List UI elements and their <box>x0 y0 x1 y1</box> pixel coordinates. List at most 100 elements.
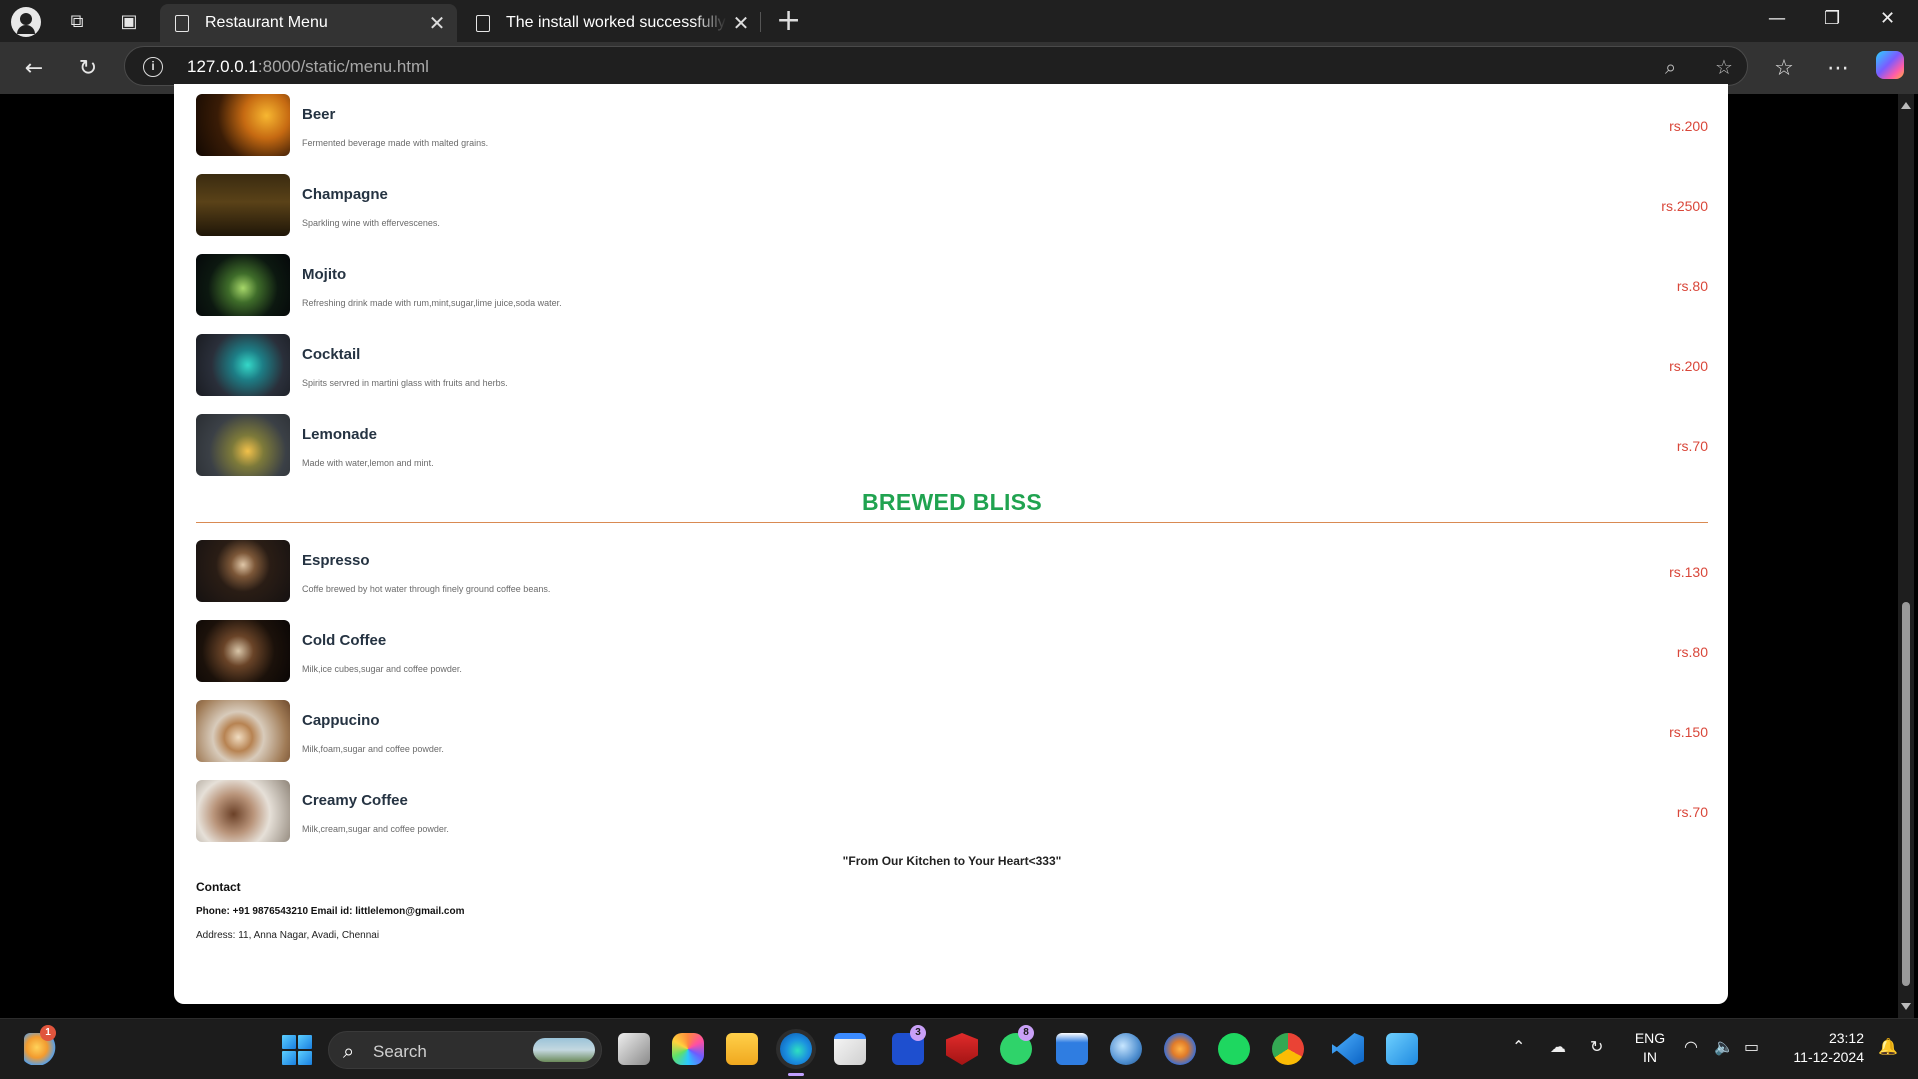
menu-item-champagne: Champagne Sparkling wine with effervesce… <box>196 174 1708 238</box>
weather-badge: 1 <box>40 1025 56 1041</box>
item-description: Milk,foam,sugar and coffee powder. <box>302 744 444 754</box>
cappucino-image <box>196 700 290 762</box>
address-line: Address: 11, Anna Nagar, Avadi, Chennai <box>196 930 380 941</box>
item-price: rs.70 <box>1676 804 1708 820</box>
tab-title: The install worked successfully! Congrat… <box>506 14 727 31</box>
lemonade-image <box>196 414 290 476</box>
tab-title: Restaurant Menu <box>205 14 328 31</box>
item-price: rs.2500 <box>1661 198 1708 214</box>
tab-restaurant-menu[interactable]: Restaurant Menu ✕ <box>160 4 457 42</box>
chrome-icon[interactable] <box>1272 1033 1304 1065</box>
battery-icon[interactable]: ▭ <box>1744 1037 1759 1056</box>
onedrive-cloud-icon[interactable]: ☁ <box>1550 1037 1566 1056</box>
site-info-icon[interactable]: i <box>143 57 163 77</box>
menu-item-espresso: Espresso Coffe brewed by hot water throu… <box>196 540 1708 604</box>
menu-item-cold-coffee: Cold Coffee Milk,ice cubes,sugar and cof… <box>196 620 1708 684</box>
beer-image <box>196 94 290 156</box>
footer-tagline: "From Our Kitchen to Your Heart<333" <box>842 854 1062 868</box>
item-description: Spirits servred in martini glass with fr… <box>302 378 508 388</box>
reload-button[interactable]: ↻ <box>72 52 104 84</box>
firefox-like-icon[interactable] <box>1164 1033 1196 1065</box>
file-explorer-icon[interactable] <box>726 1033 758 1065</box>
network-app-icon[interactable] <box>1110 1033 1142 1065</box>
page-icon <box>476 14 490 32</box>
item-description: Milk,cream,sugar and coffee powder. <box>302 824 449 834</box>
page-icon <box>175 14 189 32</box>
volume-muted-icon[interactable]: 🔈 <box>1714 1037 1734 1056</box>
menu-card: Beer Fermented beverage made with malted… <box>174 84 1728 1004</box>
favorite-star-icon[interactable]: ☆ <box>1715 55 1733 79</box>
restore-button[interactable]: ❐ <box>1824 8 1840 29</box>
item-price: rs.150 <box>1669 724 1708 740</box>
start-windows-icon[interactable] <box>282 1035 312 1065</box>
item-name: Mojito <box>302 266 347 283</box>
wifi-icon[interactable]: ◠ <box>1684 1037 1698 1056</box>
more-options-icon[interactable]: ⋯ <box>1822 52 1854 84</box>
taskbar-search[interactable]: ⌕ Search <box>328 1031 602 1069</box>
item-name: Cocktail <box>302 346 361 363</box>
item-price: rs.80 <box>1676 278 1708 294</box>
section-divider <box>196 522 1708 523</box>
section-heading: BREWED BLISS <box>862 489 1042 515</box>
show-hidden-icons-icon[interactable]: ⌃ <box>1512 1037 1525 1056</box>
sync-icon[interactable]: ↻ <box>1590 1037 1603 1056</box>
profile-avatar-icon[interactable] <box>11 7 41 37</box>
item-description: Made with water,lemon and mint. <box>302 458 434 468</box>
tab-install-success[interactable]: The install worked successfully! Congrat… <box>461 4 761 42</box>
item-description: Milk,ice cubes,sugar and coffee powder. <box>302 664 462 674</box>
system-clock[interactable]: 23:12 11-12-2024 <box>1782 1029 1864 1067</box>
menu-item-lemonade: Lemonade Made with water,lemon and mint.… <box>196 414 1708 478</box>
favorites-icon[interactable]: ☆ <box>1768 52 1800 84</box>
new-tab-button[interactable]: + <box>776 6 801 36</box>
item-name: Espresso <box>302 552 370 569</box>
close-tab-icon[interactable]: ✕ <box>727 11 755 35</box>
microsoft-store-icon[interactable] <box>834 1033 866 1065</box>
learning-app-badge: 3 <box>910 1025 926 1041</box>
mojito-image <box>196 254 290 316</box>
workspaces-icon[interactable]: ⧉ <box>64 8 90 34</box>
spotify-icon[interactable] <box>1218 1033 1250 1065</box>
item-description: Fermented beverage made with malted grai… <box>302 138 489 148</box>
scroll-down-arrow-icon[interactable] <box>1901 1003 1911 1010</box>
contact-details: Phone: +91 9876543210 Email id: littlele… <box>196 906 465 917</box>
item-price: rs.130 <box>1669 564 1708 580</box>
back-button[interactable]: ← <box>18 52 50 84</box>
creamy-coffee-image <box>196 780 290 842</box>
item-name: Cold Coffee <box>302 632 387 649</box>
page-scrollbar[interactable] <box>1898 94 1914 1018</box>
item-name: Cappucino <box>302 712 380 729</box>
app-window-icon[interactable] <box>1056 1033 1088 1065</box>
item-description: Sparkling wine with effervescenes. <box>302 218 440 228</box>
mcafee-shield-icon[interactable] <box>946 1033 978 1065</box>
item-price: rs.80 <box>1676 644 1708 660</box>
photos-app-icon[interactable] <box>1386 1033 1418 1065</box>
menu-item-cappucino: Cappucino Milk,foam,sugar and coffee pow… <box>196 700 1708 764</box>
menu-item-mojito: Mojito Refreshing drink made with rum,mi… <box>196 254 1708 318</box>
espresso-image <box>196 540 290 602</box>
menu-item-beer: Beer Fermented beverage made with malted… <box>196 94 1708 158</box>
close-tab-icon[interactable]: ✕ <box>423 11 451 35</box>
zoom-icon[interactable]: ⌕ <box>1665 55 1676 79</box>
item-description: Refreshing drink made with rum,mint,suga… <box>302 298 562 308</box>
item-price: rs.200 <box>1669 118 1708 134</box>
scrollbar-thumb[interactable] <box>1902 602 1910 986</box>
minimize-button[interactable]: — <box>1768 8 1786 29</box>
close-window-button[interactable]: ✕ <box>1880 8 1895 29</box>
edge-browser-icon[interactable] <box>780 1033 812 1065</box>
vertical-tabs-icon[interactable]: ▣ <box>116 8 142 34</box>
copilot-icon[interactable] <box>1876 51 1904 79</box>
item-price: rs.200 <box>1669 358 1708 374</box>
address-bar[interactable]: i 127.0.0.1:8000/static/menu.html ⌕ ☆ <box>124 46 1748 86</box>
input-language[interactable]: ENG IN <box>1632 1029 1668 1067</box>
scroll-up-arrow-icon[interactable] <box>1901 102 1911 109</box>
windows-taskbar: 1 ⌕ Search 3 8 ⌃ ☁ ↻ ENG IN ◠ 🔈 ▭ 23:12 11… <box>0 1018 1918 1079</box>
url-text[interactable]: 127.0.0.1:8000/static/menu.html <box>187 57 429 77</box>
active-app-indicator <box>788 1073 804 1076</box>
item-name: Creamy Coffee <box>302 792 408 809</box>
vscode-icon[interactable] <box>1332 1033 1364 1065</box>
item-name: Champagne <box>302 186 388 203</box>
task-view-icon[interactable] <box>618 1033 650 1065</box>
notification-bell-icon[interactable]: 🔔 <box>1878 1037 1898 1056</box>
whatsapp-badge: 8 <box>1018 1025 1034 1041</box>
copilot-app-icon[interactable] <box>672 1033 704 1065</box>
